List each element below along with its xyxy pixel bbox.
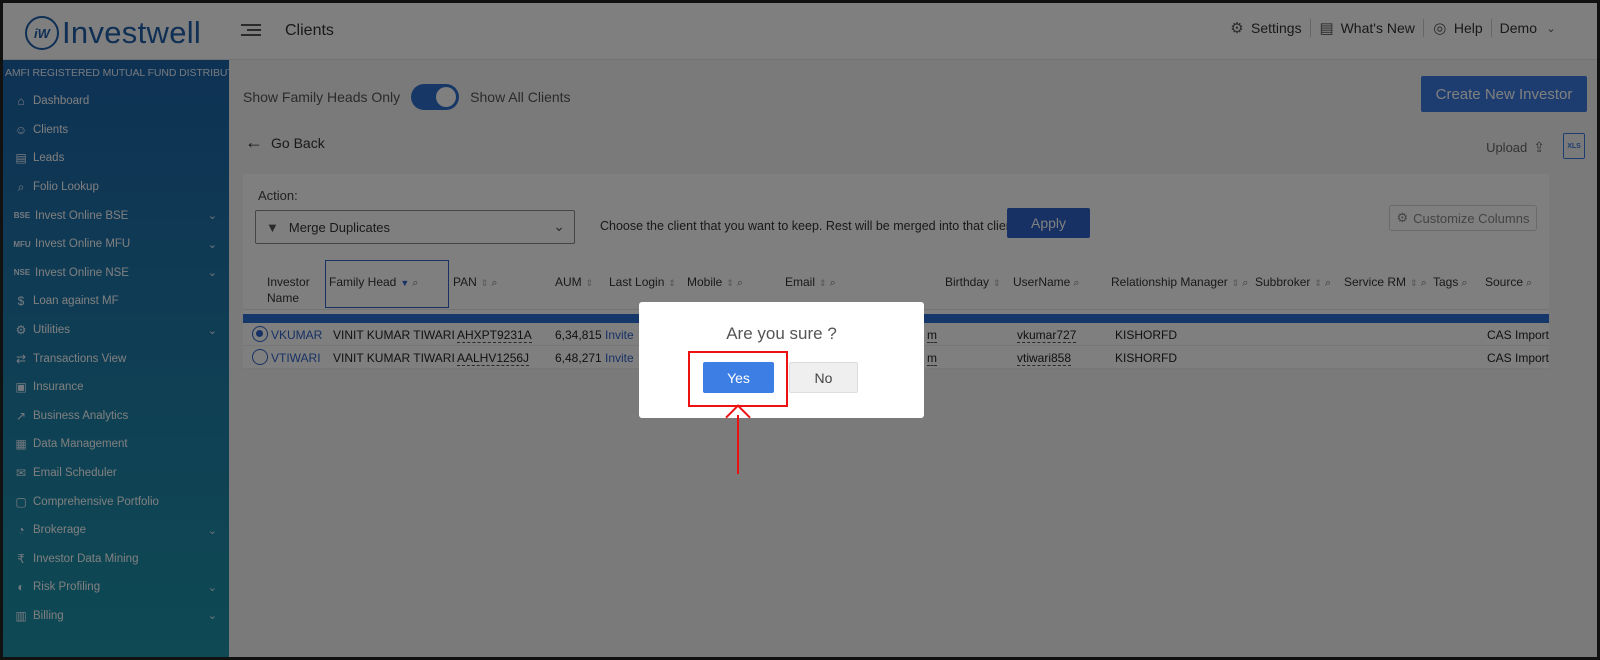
app-window: iW Investwell Clients ⚙ Settings ▤ What'…: [0, 0, 1600, 660]
confirm-dialog-title: Are you sure ?: [726, 324, 837, 343]
annotation-highlight-box: [688, 351, 788, 407]
no-button[interactable]: No: [789, 362, 858, 393]
